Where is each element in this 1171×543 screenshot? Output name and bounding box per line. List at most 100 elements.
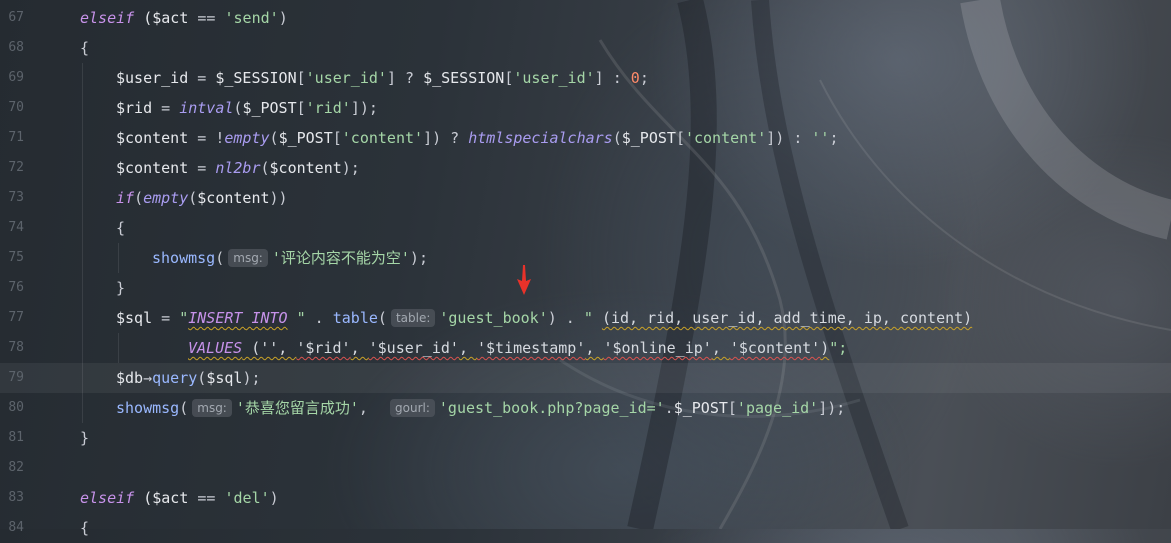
line-number[interactable]: 75 (0, 243, 24, 273)
code-token: ; (639, 69, 649, 87)
code-line[interactable]: 83 elseif ($act == 'del') (0, 483, 1171, 513)
code-line-content: $content = !empty($_POST['content']) ? h… (116, 123, 839, 153)
code-line[interactable]: 79 $db→query($sql); (0, 363, 1171, 393)
code-token: 'del' (224, 489, 270, 507)
code-token: ] ? (386, 69, 424, 87)
code-line[interactable]: 78 VALUES ('', '$rid', '$user_id', '$time… (0, 333, 1171, 363)
line-number[interactable]: 81 (0, 423, 24, 453)
code-token: ); (341, 159, 360, 177)
code-token: ]) ? (423, 129, 469, 147)
code-token: $sql (206, 369, 243, 387)
code-token: = (152, 309, 180, 327)
indent-guide (82, 243, 83, 273)
code-token: ); (242, 369, 261, 387)
code-line[interactable]: 68 { (0, 33, 1171, 63)
code-token: = (188, 159, 216, 177)
line-number[interactable]: 78 (0, 333, 24, 363)
code-token: } (116, 279, 126, 297)
code-line[interactable]: 73 if(empty($content)) (0, 183, 1171, 213)
code-line[interactable]: 75 showmsg(msg: '评论内容不能为空'); (0, 243, 1171, 273)
code-line[interactable]: 76} (0, 273, 1171, 303)
code-token: { (80, 39, 90, 57)
code-token: $sql (116, 309, 153, 327)
line-number[interactable]: 70 (0, 93, 24, 123)
code-token: = ! (188, 129, 225, 147)
line-number[interactable]: 83 (0, 483, 24, 513)
code-line[interactable]: 81} (0, 423, 1171, 453)
code-token: { (116, 219, 126, 237)
line-number[interactable]: 82 (0, 453, 24, 483)
code-token: elseif (80, 489, 135, 507)
code-token: ] : (594, 69, 631, 87)
code-token: $content (269, 159, 342, 177)
line-number[interactable]: 72 (0, 153, 24, 183)
indent-guide (82, 213, 83, 243)
code-line[interactable]: 77 $sql = "INSERT INTO " . table(table:'g… (0, 303, 1171, 333)
code-token: ('', (242, 339, 297, 357)
line-number[interactable]: 67 (0, 3, 24, 33)
code-line-content: VALUES ('', '$rid', '$user_id', '$timest… (188, 333, 847, 363)
code-token: $content (116, 129, 189, 147)
code-token: INSERT INTO (188, 309, 288, 327)
code-line[interactable]: 84 { (0, 513, 1171, 543)
line-number[interactable]: 79 (0, 363, 24, 393)
line-number[interactable]: 71 (0, 123, 24, 153)
code-token: = (152, 99, 180, 117)
code-token: " (583, 309, 602, 327)
line-number[interactable]: 73 (0, 183, 24, 213)
code-token: . (305, 309, 333, 327)
code-token: ( (197, 369, 207, 387)
code-token: [ (332, 129, 342, 147)
indent-guide (82, 183, 83, 213)
code-token: 'page_id' (736, 399, 819, 417)
code-token: , (358, 399, 387, 417)
code-line[interactable]: 67 elseif ($act == 'send') (0, 3, 1171, 33)
code-line[interactable]: 74 { (0, 213, 1171, 243)
indent-guide (82, 93, 83, 123)
code-token: showmsg (152, 249, 216, 267)
code-token: } (80, 429, 90, 447)
code-token: == (197, 9, 216, 27)
indent-guide (82, 273, 83, 303)
indent-guide (118, 243, 119, 273)
code-line[interactable]: 71 $content = !empty($_POST['content']) ?… (0, 123, 1171, 153)
code-token: $_POST (621, 129, 676, 147)
indent-guide (82, 363, 83, 393)
code-line[interactable]: 70 $rid = intval($_POST['rid']); (0, 93, 1171, 123)
code-line-content: $sql = "INSERT INTO " . table(table:'gue… (116, 303, 972, 333)
code-token: $_SESSION (423, 69, 505, 87)
code-token: [ (296, 99, 306, 117)
code-token: '' (811, 129, 830, 147)
line-number[interactable]: 68 (0, 33, 24, 63)
line-number[interactable]: 84 (0, 513, 24, 543)
code-line[interactable]: 82 (0, 453, 1171, 483)
code-line-content: $content = nl2br($content); (116, 153, 360, 183)
code-line[interactable]: 72 $content = nl2br($content); (0, 153, 1171, 183)
code-token: 'guest_book' (439, 309, 548, 327)
line-number[interactable]: 76 (0, 273, 24, 303)
code-token: ( (269, 129, 279, 147)
code-token: '$rid' (296, 339, 351, 357)
code-token: "; (829, 339, 848, 357)
code-token: ( (215, 249, 225, 267)
line-number[interactable]: 80 (0, 393, 24, 423)
line-number[interactable]: 77 (0, 303, 24, 333)
code-line[interactable]: 80 showmsg(msg: '恭喜您留言成功', gourl:'guest_bo… (0, 393, 1171, 423)
line-number[interactable]: 69 (0, 63, 24, 93)
code-line[interactable]: 69 $user_id = $_SESSION['user_id'] ? $_SE… (0, 63, 1171, 93)
code-line-content: $rid = intval($_POST['rid']); (116, 93, 378, 123)
code-token: $_POST (278, 129, 333, 147)
code-token: ); (409, 249, 428, 267)
red-arrow-down-icon (517, 265, 531, 295)
code-line-content: $db→query($sql); (116, 363, 261, 393)
code-token: empty (143, 189, 189, 207)
code-token: 'content' (341, 129, 424, 147)
code-token: VALUES (188, 339, 243, 357)
indent-guide (82, 63, 83, 93)
code-token: 'user_id' (513, 69, 595, 87)
code-token: 'user_id' (305, 69, 387, 87)
code-token: empty (224, 129, 270, 147)
parameter-hint: msg: (228, 249, 268, 267)
line-number[interactable]: 74 (0, 213, 24, 243)
